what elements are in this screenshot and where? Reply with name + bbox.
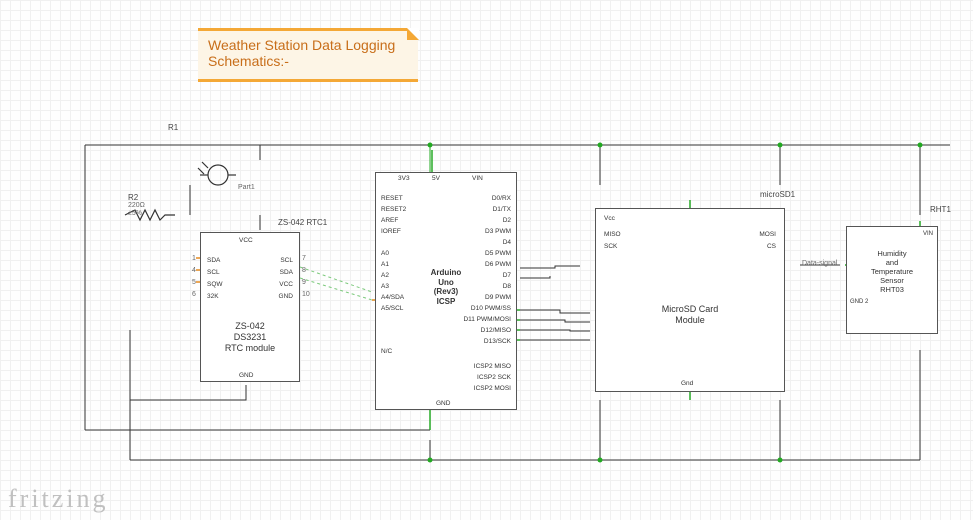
fritzing-logo: fritzing (8, 484, 109, 514)
ard-d0: D0/RX (492, 195, 511, 202)
ard-d1: D1/TX (493, 206, 511, 213)
rht-vin: VIN (923, 231, 933, 237)
r1-label: R1 (168, 123, 178, 132)
rtc-n10: 10 (302, 291, 310, 298)
ard-3v3: 3V3 (398, 175, 410, 182)
rtc-module: VCC SDA SCL SQW 32K SCL SDA VCC GND ZS-0… (200, 232, 300, 382)
rtc-left-32k: 32K (207, 293, 219, 300)
r2-label: R2 (128, 193, 138, 202)
r2-value: 220Ω (128, 202, 145, 209)
note-line2: Schematics:- (208, 53, 408, 69)
rtc-left-scl: SCL (207, 269, 220, 276)
ard-nc: N/C (381, 348, 392, 355)
title-note: Weather Station Data Logging Schematics:… (198, 28, 418, 79)
rtc-n6: 6 (192, 291, 196, 298)
sd-gnd: Gnd (681, 380, 693, 387)
ard-d5: D5 PWM (485, 250, 511, 257)
microsd-module: Vcc MISO SCK MOSI CS MicroSD Card Module… (595, 208, 785, 392)
ard-5v: 5V (432, 175, 440, 182)
ard-ioref: IOREF (381, 228, 401, 235)
rtc-n8: 8 (302, 267, 306, 274)
rtc-right-scl: SCL (280, 257, 293, 264)
rtc-n4: 4 (192, 267, 196, 274)
sd-cs: CS (767, 243, 776, 250)
rht-l5: RHT03 (847, 285, 937, 294)
rht-data-label: Data-signal (802, 260, 837, 267)
ard-d12: D12/MISO (481, 327, 511, 334)
sd-vcc: Vcc (604, 215, 615, 222)
arduino-uno: 3V3 5V VIN RESET RESET2 AREF IOREF A0 A1… (375, 172, 517, 410)
rtc-vcc: VCC (239, 237, 253, 244)
ard-d11: D11 PWM/MOSI (463, 316, 511, 323)
rht-gnd2: GND 2 (850, 299, 868, 305)
ard-t1: Arduino (376, 268, 516, 278)
sd-mosi: MOSI (759, 231, 776, 238)
sd-miso: MISO (604, 231, 621, 238)
rtc-n9: 9 (302, 279, 306, 286)
ard-t3: (Rev3) (376, 287, 516, 297)
ard-i2: ICSP2 SCK (477, 374, 511, 381)
ard-d3: D3 PWM (485, 228, 511, 235)
ard-i1: ICSP2 MISO (474, 363, 511, 370)
rtc-left-sqw: SQW (207, 281, 223, 288)
rtc-right-vcc: VCC (279, 281, 293, 288)
ard-i3: ICSP2 MOSI (474, 385, 511, 392)
ard-a1: A1 (381, 261, 389, 268)
rtc-t2: DS3231 (201, 332, 299, 343)
note-line1: Weather Station Data Logging (208, 37, 408, 53)
rtc-instance: ZS-042 RTC1 (278, 218, 327, 227)
part1-label: Part1 (238, 184, 255, 191)
ard-reset: RESET (381, 195, 403, 202)
rtc-right-gnd: GND (279, 293, 293, 300)
rtc-n5: 5 (192, 279, 196, 286)
ard-d6: D6 PWM (485, 261, 511, 268)
schematic-stage: Weather Station Data Logging Schematics:… (0, 0, 973, 520)
ard-t4: ICSP (376, 297, 516, 307)
rtc-gnd: GND (239, 372, 253, 379)
rht-l4: Sensor (847, 276, 937, 285)
rht-l1: Humidity (847, 249, 937, 258)
rht-l3: Temperature (847, 267, 937, 276)
ard-d13: D13/SCK (484, 338, 511, 345)
rtc-right-sda: SDA (280, 269, 293, 276)
rtc-left-sda: SDA (207, 257, 220, 264)
rht-l2: and (847, 258, 937, 267)
sd-sck: SCK (604, 243, 617, 250)
ard-t2: Uno (376, 278, 516, 288)
ard-d2: D2 (503, 217, 511, 224)
ard-a0: A0 (381, 250, 389, 257)
ard-aref: AREF (381, 217, 398, 224)
rht03-sensor: VIN Humidity and Temperature Sensor RHT0… (846, 226, 938, 334)
rtc-t1: ZS-042 (201, 321, 299, 332)
rtc-n1: 1 (192, 255, 196, 262)
note-underline (198, 79, 418, 82)
sd-t1: MicroSD Card (596, 304, 784, 315)
ard-d4: D4 (503, 239, 511, 246)
sd-t2: Module (596, 315, 784, 326)
rtc-t3: RTC module (201, 343, 299, 354)
note-corner-fold (407, 28, 419, 40)
microsd-instance: microSD1 (760, 190, 795, 199)
rtc-n7: 7 (302, 255, 306, 262)
ard-reset2: RESET2 (381, 206, 406, 213)
ard-gnd: GND (436, 400, 450, 407)
rht-instance: RHT1 (930, 205, 951, 214)
r2-tol: ±5% (128, 210, 142, 217)
ard-vin: VIN (472, 175, 483, 182)
